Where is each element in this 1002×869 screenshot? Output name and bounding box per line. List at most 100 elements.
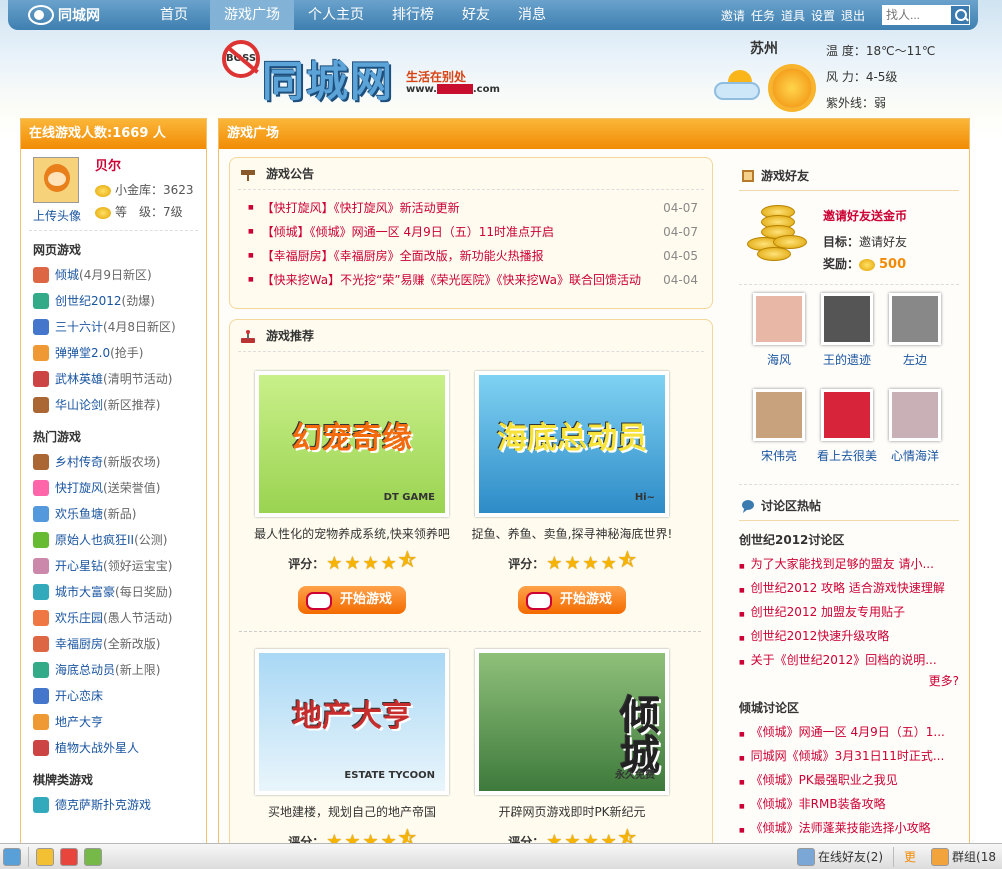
- no-boss-icon: BOSS: [222, 40, 260, 78]
- util-logout[interactable]: 退出: [841, 7, 865, 24]
- notice-item[interactable]: 【倾城】《倾城》网通一区 4月9日（五）11时准点开启 04-07: [248, 220, 698, 244]
- nav-item-5[interactable]: 消息: [504, 0, 560, 30]
- forum-post-link[interactable]: 创世纪2012快速升级攻略: [739, 624, 959, 648]
- search-icon[interactable]: [950, 5, 970, 25]
- start-game-button[interactable]: 开始游戏: [518, 586, 626, 614]
- star-icon: ⯪: [398, 550, 416, 571]
- game-thumbnail[interactable]: 海底总动员 Hi~: [475, 371, 669, 517]
- forum-post-link[interactable]: 《倾城》非RMB装备攻略: [739, 792, 959, 816]
- invite-promo[interactable]: 邀请好友送金币 目标：邀请好友 奖励： 500: [739, 191, 959, 285]
- game-link[interactable]: 欢乐庄园 (愚人节活动): [29, 605, 198, 631]
- friend-card[interactable]: 左边: [881, 293, 949, 383]
- notice-date: 04-07: [663, 201, 698, 215]
- friends-icon: [797, 847, 816, 866]
- util-items[interactable]: 道具: [781, 7, 805, 24]
- forum-post-link[interactable]: 《倾城》网通一区 4月9日（五）1...: [739, 720, 959, 744]
- nav-item-2[interactable]: 个人主页: [294, 0, 378, 30]
- game-link[interactable]: 欢乐鱼塘 (新品): [29, 501, 198, 527]
- window-icon[interactable]: [3, 847, 21, 866]
- forum-post-link[interactable]: 为了大家能找到足够的盟友 请小...: [739, 552, 959, 576]
- game-tag: (新品): [103, 507, 137, 521]
- site-banner-logo[interactable]: BOSS 同城网 生活在别处 www. .com: [222, 40, 512, 106]
- coin-icon: [859, 258, 876, 271]
- game-link[interactable]: 武林英雄 (清明节活动): [29, 366, 198, 392]
- user-name[interactable]: 贝尔: [95, 155, 121, 174]
- weather-wind: 4-5级: [865, 70, 898, 84]
- game-link[interactable]: 华山论剑 (新区推荐): [29, 392, 198, 418]
- friend-avatar: [821, 293, 873, 345]
- notepad-icon[interactable]: [36, 847, 54, 866]
- forum-title[interactable]: 倾城讨论区: [739, 699, 959, 716]
- game-icon: [33, 267, 49, 283]
- nav-item-1[interactable]: 游戏广场: [210, 0, 294, 30]
- game-link[interactable]: 快打旋风 (送荣誉值): [29, 475, 198, 501]
- invite-title[interactable]: 邀请好友送金币: [823, 207, 907, 224]
- star-icon: ★: [582, 552, 599, 574]
- forum-post-link[interactable]: 《倾城》法师蓬莱技能选择小攻略: [739, 816, 959, 840]
- forum-post-link[interactable]: 同城网《倾城》3月31日11时正式...: [739, 744, 959, 768]
- game-link[interactable]: 弹弹堂2.0 (抢手): [29, 340, 198, 366]
- forum-post-link[interactable]: 《倾城》PK最强职业之我见: [739, 768, 959, 792]
- nav-item-0[interactable]: 首页: [138, 0, 210, 30]
- forum-post-link[interactable]: 关于《创世纪2012》回档的说明...: [739, 648, 959, 672]
- game-link[interactable]: 开心星钻 (领好运宝宝): [29, 553, 198, 579]
- game-thumbnail[interactable]: 地产大亨 ESTATE TYCOON: [255, 649, 449, 795]
- friend-card[interactable]: 王的遗迹: [813, 293, 881, 383]
- plant-icon[interactable]: [84, 847, 102, 866]
- friend-card[interactable]: 看上去很美: [813, 388, 881, 479]
- star-icon: ★: [362, 552, 379, 574]
- game-list-2: 德克萨斯扑克游戏: [29, 792, 198, 818]
- forum-post-link[interactable]: 创世纪2012 攻略 适合游戏快速理解: [739, 576, 959, 600]
- game-link[interactable]: 海底总动员 (新上限): [29, 657, 198, 683]
- site-logo-small[interactable]: 同城网: [8, 5, 138, 25]
- more-button-clipped[interactable]: 更: [898, 848, 922, 865]
- notice-item[interactable]: 【幸福厨房】《幸福厨房》全面改版，新功能火热播报 04-05: [248, 244, 698, 268]
- signpost-icon: [241, 170, 255, 181]
- game-link[interactable]: 植物大战外星人: [29, 735, 198, 761]
- avatar[interactable]: [33, 157, 79, 203]
- game-link[interactable]: 倾城 (4月9日新区): [29, 262, 198, 288]
- game-link[interactable]: 三十六计 (4月8日新区): [29, 314, 198, 340]
- more-link[interactable]: 更多?: [739, 672, 959, 689]
- notice-item[interactable]: 【快打旋风】《快打旋风》新活动更新 04-07: [248, 196, 698, 220]
- top-nav: 同城网 首页 游戏广场 个人主页 排行榜 好友 消息 邀请 任务 道具 设置 退出: [8, 0, 978, 30]
- game-link[interactable]: 地产大亨: [29, 709, 198, 735]
- nav-item-4[interactable]: 好友: [448, 0, 504, 30]
- game-link[interactable]: 开心恋床: [29, 683, 198, 709]
- star-icon: ★: [546, 552, 563, 574]
- game-icon: [33, 558, 49, 574]
- game-link[interactable]: 幸福厨房 (全新改版): [29, 631, 198, 657]
- friend-card[interactable]: 海风: [745, 293, 813, 383]
- online-friends-button[interactable]: 在线好友(2): [788, 847, 889, 866]
- game-name: 海底总动员: [55, 663, 116, 677]
- game-thumbnail[interactable]: 倾城 永久免费: [475, 649, 669, 795]
- hearts-icon[interactable]: [60, 847, 78, 866]
- game-thumbnail[interactable]: 幻宠奇缘 DT GAME: [255, 371, 449, 517]
- left-sidebar: 在线游戏人数:1669 人 上传头像 贝尔 小金库：3623 等 级：7级 网页…: [20, 118, 207, 869]
- friend-card[interactable]: 宋伟亮: [745, 388, 813, 479]
- game-link[interactable]: 原始人也疯狂II (公测): [29, 527, 198, 553]
- game-card: 海底总动员 Hi~ 捉鱼、养鱼、卖鱼,探寻神秘海底世界! 评分： ★ ★ ★ ★ ⯪ 开始游戏: [467, 371, 677, 614]
- search-input[interactable]: [882, 5, 950, 25]
- game-link[interactable]: 城市大富豪 (每日奖励): [29, 579, 198, 605]
- forum-title[interactable]: 创世纪2012讨论区: [739, 531, 959, 548]
- game-link[interactable]: 乡村传奇 (新版农场): [29, 449, 198, 475]
- game-icon: [33, 610, 49, 626]
- friend-card[interactable]: 心情海洋: [881, 388, 949, 479]
- util-settings[interactable]: 设置: [811, 7, 835, 24]
- notice-item[interactable]: 【快来挖Wa】不光挖“荣”易赚《荣光医院》《快来挖Wa》联合回馈活动 04-04: [248, 268, 698, 292]
- friend-name: 海风: [766, 353, 791, 367]
- game-link[interactable]: 创世纪2012 (劲爆): [29, 288, 198, 314]
- friend-name: 心情海洋: [890, 448, 939, 463]
- forum-post-link[interactable]: 创世纪2012 加盟友专用贴子: [739, 600, 959, 624]
- start-game-button[interactable]: 开始游戏: [298, 586, 406, 614]
- game-link[interactable]: 德克萨斯扑克游戏: [29, 792, 198, 818]
- game-categories: 网页游戏 倾城 (4月9日新区) 创世纪2012 (劲爆) 三十六计 (4月8日新区) 弹弹堂…: [21, 241, 206, 818]
- groups-button[interactable]: 群组(18: [922, 847, 1002, 866]
- game-icon: [33, 532, 49, 548]
- util-invite[interactable]: 邀请: [721, 7, 745, 24]
- forum-list: 创世纪2012讨论区为了大家能找到足够的盟友 请小...创世纪2012 攻略 适…: [739, 531, 959, 840]
- upload-avatar-link[interactable]: 上传头像: [33, 207, 81, 224]
- nav-item-3[interactable]: 排行榜: [378, 0, 448, 30]
- util-tasks[interactable]: 任务: [751, 7, 775, 24]
